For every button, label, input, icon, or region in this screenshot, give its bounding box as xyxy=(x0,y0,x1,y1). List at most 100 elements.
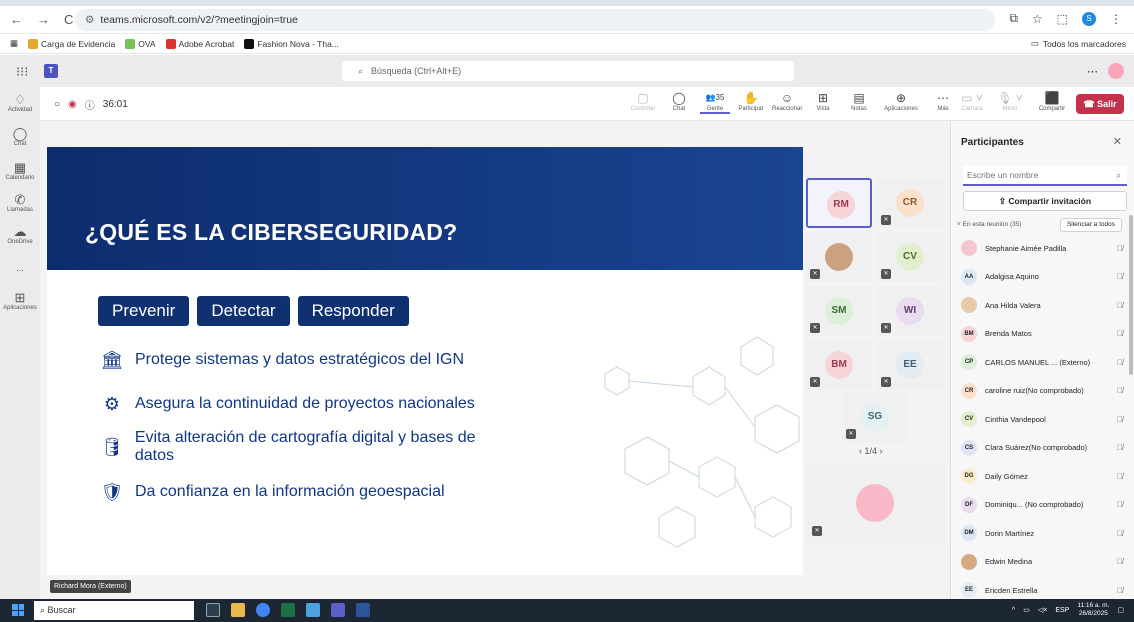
tool-label: Chat xyxy=(672,106,686,112)
participant-row[interactable]: Stephanie Aimée Padilla 🎙̸ xyxy=(961,237,1123,259)
chrome-icon[interactable] xyxy=(256,603,270,617)
bookmark-ova[interactable]: OVA xyxy=(125,38,156,49)
raise-hand-button[interactable]: ✋ Participar xyxy=(736,90,766,114)
mic-muted-icon: 🎙̸ xyxy=(1117,357,1123,367)
participant-row[interactable]: DF Dominiqu... (No comprobado) 🎙̸ xyxy=(961,494,1123,516)
participant-row[interactable]: BM Brenda Matos 🎙̸ xyxy=(961,323,1123,345)
share-invite-button[interactable]: ⇪ Compartir invitación xyxy=(963,191,1127,211)
browser-menu-icon[interactable]: ⋮ xyxy=(1110,12,1122,26)
bookmark-star-icon[interactable]: ☆ xyxy=(1032,12,1043,26)
video-tile[interactable]: CV ✕ xyxy=(877,232,943,282)
people-button[interactable]: 👥35 Gente xyxy=(700,90,730,114)
leave-button[interactable]: ☎ Salir xyxy=(1076,94,1124,114)
tool-label: Vista xyxy=(816,106,830,112)
control-button[interactable]: ▢ Controlar xyxy=(628,90,658,114)
notes-button[interactable]: ▤ Notas xyxy=(844,90,874,114)
all-bookmarks[interactable]: ▭ Todos los marcadores xyxy=(1031,38,1126,49)
mute-all-button[interactable]: Silenciar a todos xyxy=(1059,218,1122,232)
task-view-icon[interactable] xyxy=(206,603,220,617)
rail-item-apps[interactable]: ⊞ Aplicaciones xyxy=(0,291,40,312)
self-video-tile[interactable]: ✕ xyxy=(806,464,945,544)
database-icon: 🛢 xyxy=(100,436,124,457)
cast-icon[interactable]: ⧉ xyxy=(1009,11,1018,26)
teams-icon[interactable] xyxy=(331,603,345,617)
avatar: DG xyxy=(961,468,977,484)
file-explorer-icon[interactable] xyxy=(231,603,245,617)
notifications-icon[interactable]: ▢ xyxy=(1117,606,1124,614)
windows-start-icon[interactable] xyxy=(12,604,24,616)
video-tile[interactable]: EE ✕ xyxy=(877,340,943,390)
search-icon: ⌕ xyxy=(1116,170,1121,180)
network-icon[interactable]: ▭ xyxy=(1023,606,1030,614)
participant-name: Edwin Medina xyxy=(985,557,1033,566)
profile-avatar[interactable]: S xyxy=(1082,11,1096,26)
chevron-right-icon[interactable]: › xyxy=(877,446,883,456)
bookmark-carga[interactable]: Carga de Evidencia xyxy=(28,38,115,49)
rail-item-chat[interactable]: ◯ Chat xyxy=(0,127,40,148)
word-icon[interactable] xyxy=(356,603,370,617)
video-tile[interactable]: WI ✕ xyxy=(877,286,943,336)
participant-row[interactable]: DM Dorin Martínez 🎙̸ xyxy=(961,522,1123,544)
chat-button[interactable]: ◯ Chat xyxy=(664,90,694,114)
close-icon[interactable]: ✕ xyxy=(1113,135,1122,148)
bookmark-fashion[interactable]: Fashion Nova - Tha... xyxy=(244,38,339,49)
rail-item-calendar[interactable]: ▦ Calendario xyxy=(0,161,40,182)
video-tile[interactable]: SM ✕ xyxy=(806,286,872,336)
taskbar-search[interactable]: ⌕ Buscar xyxy=(34,601,194,620)
tool-label: Participar xyxy=(738,106,764,112)
address-bar[interactable]: ⚙ teams.microsoft.com/v2/?meetingjoin=tru… xyxy=(75,9,995,31)
camera-button[interactable]: ▭ ˅ Cámara xyxy=(957,90,987,112)
excel-icon[interactable] xyxy=(281,603,295,617)
rail-item-calls[interactable]: ✆ Llamadas xyxy=(0,193,40,214)
more-icon[interactable]: ⋯ xyxy=(1087,65,1098,78)
participant-row[interactable]: Edwin Medina 🎙̸ xyxy=(961,551,1123,573)
back-button[interactable]: ← xyxy=(10,12,23,27)
search-input[interactable]: ⌕ Búsqueda (Ctrl+Alt+E) xyxy=(342,61,794,81)
apps-button[interactable]: ⊕ Aplicaciones xyxy=(880,90,922,114)
forward-button[interactable]: → xyxy=(37,12,50,27)
participant-row[interactable]: CR caroline ruiz(No comprobado) 🎙̸ xyxy=(961,380,1123,402)
clock[interactable]: 11:16 a. m. 26/8/2025 xyxy=(1077,602,1109,618)
rail-label: Calendario xyxy=(5,175,35,181)
video-tile[interactable]: ✕ xyxy=(806,232,872,282)
reload-button[interactable]: C xyxy=(64,12,73,27)
scrollbar[interactable] xyxy=(1129,215,1133,375)
rail-item-more[interactable]: ... xyxy=(0,263,40,273)
chevron-up-icon[interactable]: ^ xyxy=(1012,607,1015,614)
participant-search-input[interactable]: Escribe un nombre ⌕ xyxy=(963,166,1127,186)
react-button[interactable]: ☺ Reaccionar xyxy=(772,90,802,114)
participant-row[interactable]: Ana Hilda Valera 🎙̸ xyxy=(961,294,1123,316)
rail-item-onedrive[interactable]: ☁ OneDrive xyxy=(0,225,40,246)
extensions-icon[interactable]: ⬚ xyxy=(1057,12,1068,26)
bookmark-acrobat[interactable]: Adobe Acrobat xyxy=(165,38,234,49)
bullet-text: Da confianza en la información geoespaci… xyxy=(135,483,445,500)
app-launcher-icon[interactable]: ⁝⁝⁝ xyxy=(16,64,28,80)
video-tile[interactable]: SG ✕ xyxy=(842,392,908,442)
video-tile[interactable]: RM xyxy=(806,178,872,228)
search-icon: ⌕ xyxy=(358,66,364,76)
share-button[interactable]: ⬛ Compartir xyxy=(1033,90,1071,112)
gallery-pager[interactable]: ‹ 1/4 › xyxy=(859,446,883,456)
apps-grid-icon[interactable]: ▦ xyxy=(10,38,18,49)
mic-button[interactable]: 🎙 ˅ Micro xyxy=(995,90,1025,112)
more-button[interactable]: ⋯ Más xyxy=(928,90,958,114)
add-app-icon: ⊕ xyxy=(895,91,907,105)
participant-row[interactable]: CP CARLOS MANUEL ... (Externo) 🎙̸ xyxy=(961,351,1123,373)
view-button[interactable]: ⊞ Vista xyxy=(808,90,838,114)
participant-name: Stephanie Aimée Padilla xyxy=(985,243,1067,253)
avatar[interactable] xyxy=(1108,63,1124,79)
volume-icon[interactable]: ◁× xyxy=(1038,606,1047,614)
rail-item-activity[interactable]: ♢ Actividad xyxy=(0,93,40,114)
video-tile[interactable]: CR ✕ xyxy=(877,178,943,228)
participant-row[interactable]: DG Daily Gómez 🎙̸ xyxy=(961,465,1123,487)
info-icon[interactable]: ⓘ xyxy=(85,97,95,112)
participant-row[interactable]: EE Ericden Estrella 🎙̸ xyxy=(961,579,1123,601)
participant-row[interactable]: CV Cinthia Vandepool 🎙̸ xyxy=(961,408,1123,430)
app-icon[interactable] xyxy=(306,603,320,617)
in-meeting-header[interactable]: ˅ En esta reunión (35) xyxy=(957,221,1022,228)
participant-row[interactable]: CS Clara Suárez(No comprobado) 🎙̸ xyxy=(961,437,1123,459)
video-tile[interactable]: BM ✕ xyxy=(806,340,872,390)
site-settings-icon[interactable]: ⚙ xyxy=(85,14,94,26)
participant-row[interactable]: AA Adalgisa Aquino 🎙̸ xyxy=(961,266,1123,288)
language-indicator[interactable]: ESP xyxy=(1055,607,1069,614)
